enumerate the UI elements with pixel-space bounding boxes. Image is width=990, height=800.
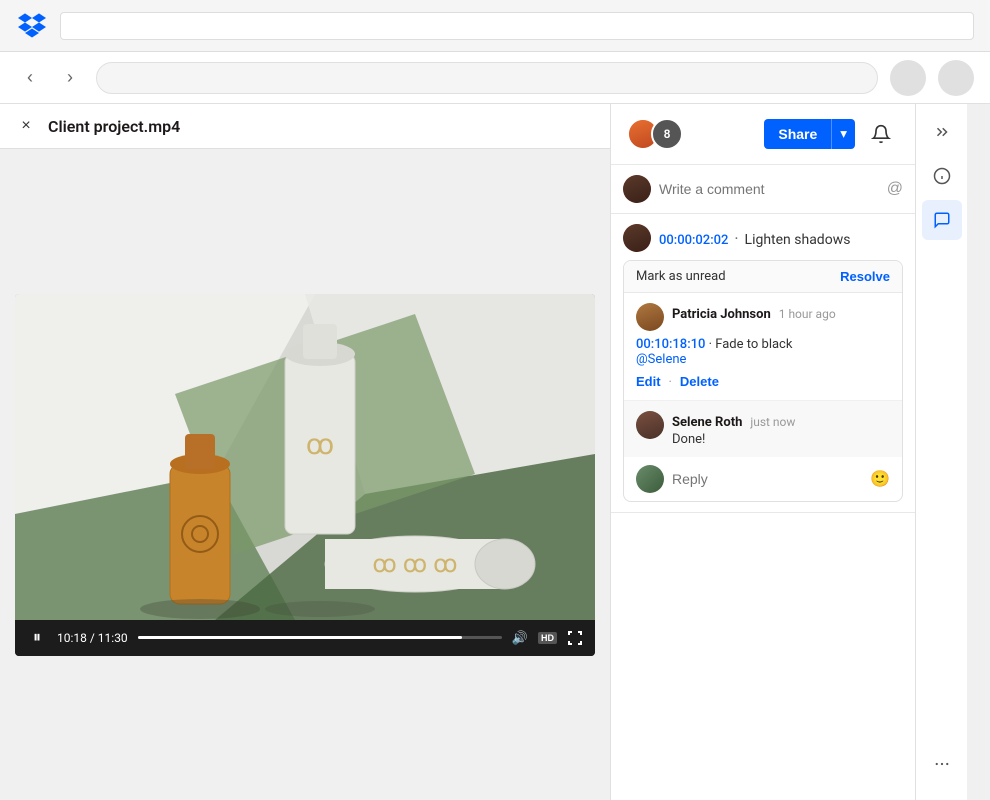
close-button[interactable]: ×: [16, 116, 36, 136]
hd-badge: HD: [538, 632, 557, 644]
more-icon: [933, 755, 951, 773]
more-options-button[interactable]: [922, 744, 962, 784]
thread-author: Patricia Johnson: [672, 307, 771, 322]
right-sidebar: [915, 104, 967, 800]
fullscreen-icon: [567, 630, 583, 646]
thread-commenter-avatar: [636, 303, 664, 331]
reply-author: Selene Roth: [672, 415, 742, 430]
browser-bar: [0, 0, 990, 52]
video-header: × Client project.mp4: [0, 104, 610, 149]
comment-content: 00:00:02:02 · Lighten shadows: [659, 229, 850, 248]
thread-time: 1 hour ago: [779, 307, 836, 321]
commenter-avatar: [623, 224, 651, 252]
play-pause-button[interactable]: ⏸: [27, 628, 47, 648]
video-panel: × Client project.mp4: [0, 104, 610, 800]
comment-input-area: @: [611, 165, 915, 214]
at-mention-button[interactable]: @: [887, 180, 903, 198]
edit-button[interactable]: Edit: [636, 374, 661, 389]
thread-box: Mark as unread Resolve Patricia Johnson …: [623, 260, 903, 502]
mark-unread-label: Mark as unread: [636, 269, 726, 284]
thread-header: Mark as unread Resolve: [624, 261, 902, 293]
progress-fill: [138, 636, 462, 639]
avatar-count: 8: [651, 118, 683, 150]
collapse-panel-button[interactable]: [922, 112, 962, 152]
reply-text: Done!: [672, 432, 890, 447]
reply-input[interactable]: [672, 471, 862, 487]
comment-header: 8 Share ▾: [611, 104, 915, 165]
reply-time: just now: [750, 415, 795, 429]
delete-button[interactable]: Delete: [680, 374, 719, 389]
profile-avatar[interactable]: [890, 60, 926, 96]
share-dropdown-button[interactable]: ▾: [831, 119, 855, 149]
video-wrapper: ꝏ ꝏ: [15, 294, 595, 656]
notification-bell-button[interactable]: [863, 116, 899, 152]
collapse-icon: [933, 123, 951, 141]
time-display: 10:18 / 11:30: [57, 631, 128, 645]
video-frame[interactable]: ꝏ ꝏ: [15, 294, 595, 620]
resolve-button[interactable]: Resolve: [840, 269, 890, 284]
dropbox-logo: [16, 10, 48, 42]
share-button[interactable]: Share: [764, 119, 831, 149]
reply-emoji-button[interactable]: 🙂: [870, 469, 890, 489]
main-content: × Client project.mp4: [0, 104, 990, 800]
first-comment-section: 00:00:02:02 · Lighten shadows Mark as un…: [611, 214, 915, 513]
svg-text:ꝏ ꝏ ꝏ: ꝏ ꝏ ꝏ: [372, 550, 457, 578]
thread-mention: @Selene: [636, 352, 890, 367]
volume-button[interactable]: 🔊: [512, 630, 528, 646]
nav-bar: ‹ ›: [0, 52, 990, 104]
comments-panel-button[interactable]: [922, 200, 962, 240]
back-button[interactable]: ‹: [16, 64, 44, 92]
thread-reply-row: Selene Roth just now Done!: [636, 411, 890, 447]
video-controls: ⏸ 10:18 / 11:30 🔊 HD: [15, 620, 595, 656]
bell-icon: [871, 124, 891, 144]
thread-actions: Edit · Delete: [636, 371, 890, 390]
fullscreen-button[interactable]: [567, 630, 583, 646]
comment-panel: 8 Share ▾ @: [610, 104, 915, 800]
video-container: ꝏ ꝏ: [0, 149, 610, 800]
svg-text:ꝏ: ꝏ: [306, 428, 335, 461]
comments-icon: [933, 211, 951, 229]
reply-input-avatar: [636, 465, 664, 493]
comment-row: 00:00:02:02 · Lighten shadows: [623, 224, 903, 252]
thread-comment: Patricia Johnson 1 hour ago 00:10:18:10 …: [624, 293, 902, 401]
video-scene: ꝏ ꝏ: [15, 294, 595, 620]
thread-comment-meta: Patricia Johnson 1 hour ago: [672, 303, 836, 322]
url-bar[interactable]: [96, 62, 878, 94]
timestamp-link[interactable]: 00:00:02:02: [659, 233, 728, 248]
comment-text: Lighten shadows: [745, 232, 851, 248]
thread-reply: Selene Roth just now Done!: [624, 401, 902, 457]
video-scene-svg: ꝏ ꝏ: [15, 294, 595, 620]
avatar-group: 8: [627, 118, 683, 150]
thread-body: 00:10:18:10 · Fade to black: [636, 337, 890, 352]
nav-menu-button[interactable]: [938, 60, 974, 96]
reply-content: Selene Roth just now Done!: [672, 411, 890, 447]
comment-input[interactable]: [659, 181, 879, 197]
share-btn-group: Share ▾: [764, 119, 855, 149]
progress-bar[interactable]: [138, 636, 502, 639]
settings-button[interactable]: HD: [538, 632, 557, 644]
forward-button[interactable]: ›: [56, 64, 84, 92]
video-title: Client project.mp4: [48, 117, 180, 136]
info-icon: [933, 167, 951, 185]
browser-address-bar[interactable]: [60, 12, 974, 40]
thread-timestamp-link[interactable]: 00:10:18:10: [636, 337, 705, 352]
thread-comment-header: Patricia Johnson 1 hour ago: [636, 303, 890, 331]
info-button[interactable]: [922, 156, 962, 196]
comment-input-avatar: [623, 175, 651, 203]
reply-input-area: 🙂: [624, 457, 902, 501]
reply-avatar: [636, 411, 664, 439]
